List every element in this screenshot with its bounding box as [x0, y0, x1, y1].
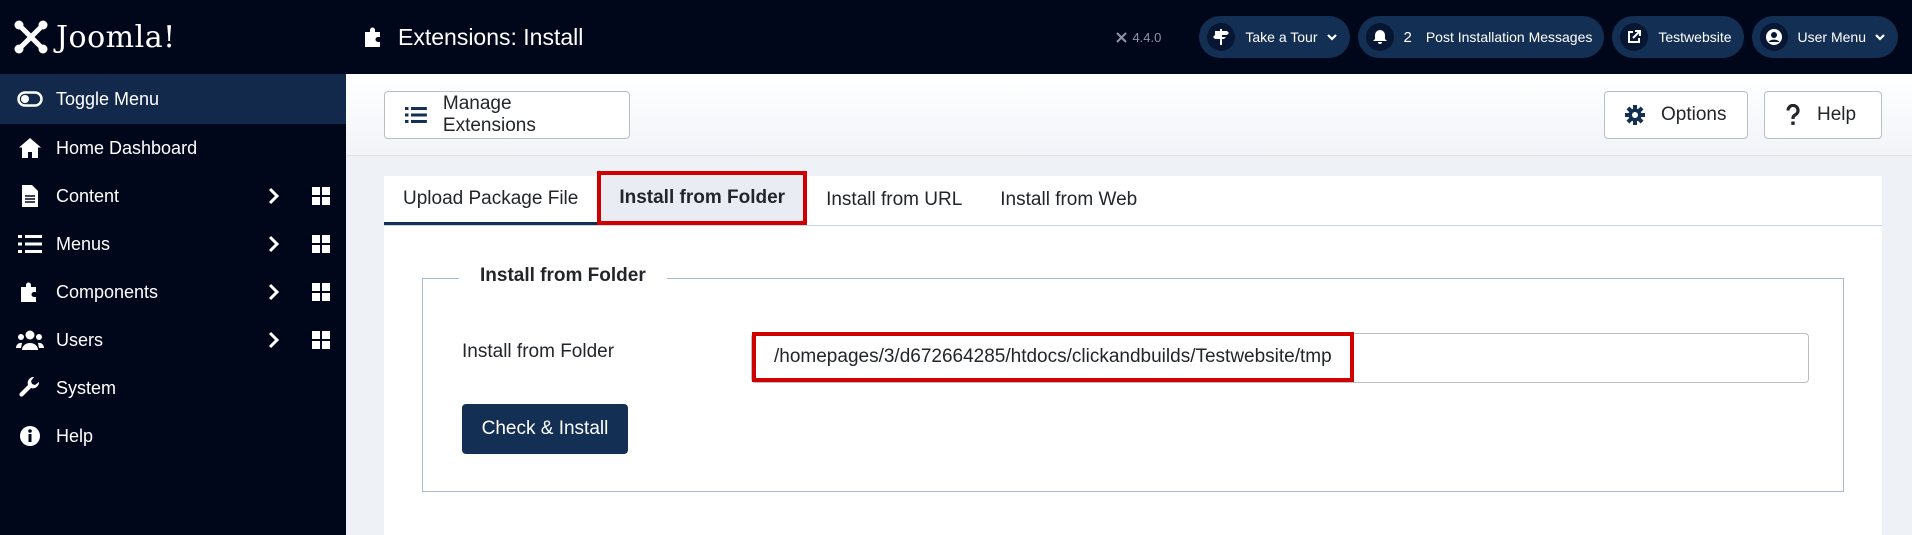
post-installation-messages-button[interactable]: 2 Post Installation Messages — [1357, 16, 1605, 58]
version-text: 4.4.0 — [1132, 29, 1162, 45]
sidebar-item-label: Menus — [56, 233, 111, 254]
help-button[interactable]: Help — [1764, 91, 1882, 139]
options-label: Options — [1661, 104, 1727, 125]
user-circle-icon — [1759, 23, 1788, 51]
question-icon — [1786, 104, 1800, 125]
toolbar: Manage Extensions Options Help — [346, 74, 1912, 156]
manage-extensions-label: Manage Extensions — [442, 93, 536, 136]
sidebar-item-label: System — [56, 377, 117, 398]
gear-icon — [1625, 105, 1645, 125]
tour-label: Take a Tour — [1245, 29, 1318, 45]
brand[interactable]: Joomla! — [0, 0, 346, 74]
manage-extensions-button[interactable]: Manage Extensions — [384, 91, 630, 139]
dashboard-grid-icon[interactable] — [312, 283, 330, 301]
dashboard-grid-icon[interactable] — [312, 187, 330, 205]
install-folder-input[interactable]: /homepages/3/d672664285/htdocs/clickandb… — [751, 332, 1809, 383]
messages-count: 2 — [1403, 28, 1412, 46]
sidebar-item-home-dashboard[interactable]: Home Dashboard — [0, 124, 346, 172]
list-icon — [16, 234, 44, 254]
sidebar-item-label: Home Dashboard — [56, 137, 198, 158]
signpost-icon — [1207, 23, 1236, 51]
chevron-down-icon — [1874, 31, 1886, 43]
list-icon — [405, 107, 427, 123]
tab-install-from-folder[interactable]: Install from Folder — [597, 171, 808, 225]
joomla-logo-icon — [12, 18, 50, 56]
brand-logo-text: Joomla! — [56, 19, 176, 55]
fieldset-legend: Install from Folder — [459, 265, 667, 287]
dashboard-grid-icon[interactable] — [312, 331, 330, 349]
version-badge: 4.4.0 — [1115, 30, 1161, 45]
site-label: Testwebsite — [1658, 29, 1732, 45]
user-menu-label: User Menu — [1797, 29, 1866, 45]
tab-install-from-url[interactable]: Install from URL — [807, 175, 981, 225]
chevron-down-icon — [1326, 31, 1338, 43]
sidebar: Toggle Menu Home Dashboard Content Menus… — [0, 74, 346, 535]
sidebar-item-label: Components — [56, 281, 159, 302]
puzzle-icon — [362, 25, 386, 49]
joomla-mini-icon — [1116, 31, 1128, 43]
install-folder-value: /homepages/3/d672664285/htdocs/clickandb… — [752, 332, 1354, 382]
info-icon — [16, 425, 44, 447]
bell-icon — [1365, 23, 1394, 51]
tab-upload-package-file[interactable]: Upload Package File — [384, 175, 598, 225]
sidebar-item-toggle-menu[interactable]: Toggle Menu — [0, 74, 346, 124]
chevron-right-icon[interactable] — [268, 235, 280, 253]
main-content: Manage Extensions Options Help Upload Pa… — [346, 74, 1912, 535]
sidebar-item-menus[interactable]: Menus — [0, 220, 346, 268]
install-tabs: Upload Package File Install from Folder … — [384, 171, 1882, 226]
sidebar-item-system[interactable]: System — [0, 364, 346, 412]
sidebar-item-components[interactable]: Components — [0, 268, 346, 316]
install-from-folder-fieldset: Install from Folder Install from Folder … — [422, 265, 1844, 492]
chevron-right-icon[interactable] — [268, 331, 280, 349]
sidebar-item-users[interactable]: Users — [0, 316, 346, 364]
options-button[interactable]: Options — [1604, 91, 1748, 139]
top-header: Joomla! Extensions: Install 4.4.0 Take a… — [0, 0, 1912, 74]
chevron-right-icon[interactable] — [268, 187, 280, 205]
users-icon — [16, 330, 44, 350]
external-link-icon — [1620, 23, 1649, 51]
sidebar-item-label: Help — [56, 425, 94, 446]
wrench-icon — [16, 377, 44, 399]
install-card: Upload Package File Install from Folder … — [384, 171, 1882, 535]
sidebar-item-label: Users — [56, 329, 104, 350]
tab-install-from-web[interactable]: Install from Web — [981, 175, 1156, 225]
page-title: Extensions: Install — [398, 23, 584, 50]
file-icon — [16, 185, 44, 207]
dashboard-grid-icon[interactable] — [312, 235, 330, 253]
sidebar-item-label: Content — [56, 185, 120, 206]
install-folder-label: Install from Folder — [462, 341, 615, 362]
messages-label: Post Installation Messages — [1425, 29, 1593, 45]
sidebar-item-help[interactable]: Help — [0, 412, 346, 460]
user-menu-button[interactable]: User Menu — [1751, 16, 1898, 58]
puzzle-icon — [16, 280, 44, 304]
toggle-icon — [16, 91, 44, 107]
home-icon — [16, 137, 44, 159]
help-label: Help — [1817, 104, 1857, 125]
take-a-tour-button[interactable]: Take a Tour — [1199, 16, 1350, 58]
check-and-install-button[interactable]: Check & Install — [462, 404, 628, 454]
view-site-button[interactable]: Testwebsite — [1612, 16, 1744, 58]
sidebar-item-label: Toggle Menu — [56, 88, 160, 109]
chevron-right-icon[interactable] — [268, 283, 280, 301]
sidebar-item-content[interactable]: Content — [0, 172, 346, 220]
